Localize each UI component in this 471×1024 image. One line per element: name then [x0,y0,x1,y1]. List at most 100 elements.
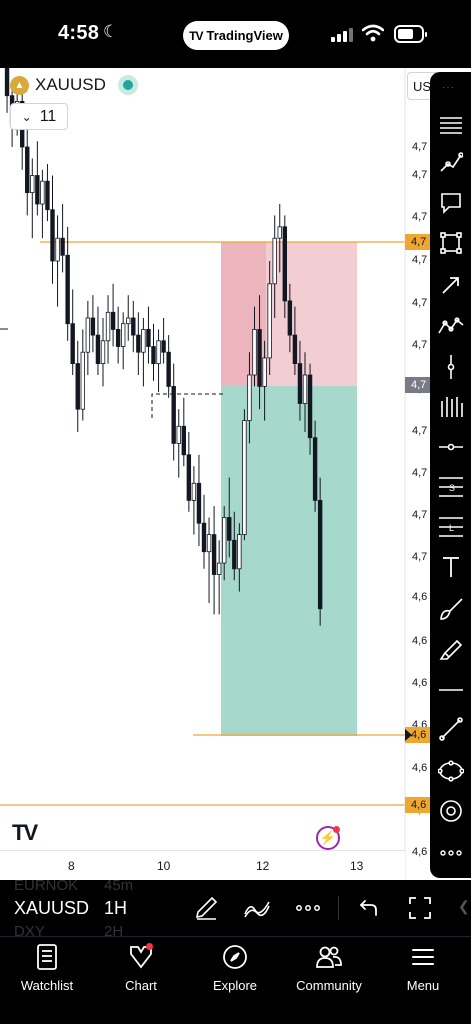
candle-body [151,346,156,365]
interval-selector[interactable]: 1H [104,898,127,919]
price-label: 4,6 [412,677,427,689]
candle-body [181,425,186,456]
candle-body [191,482,197,501]
nav-explore[interactable]: Explore [188,943,282,993]
indicators-toggle[interactable]: ⌄ 11 [10,103,68,130]
candle-body [121,323,126,347]
symbol-header[interactable]: ▲ XAUUSD [10,74,138,96]
vertical-line-icon[interactable] [438,354,464,380]
callout-icon[interactable] [438,190,464,216]
candle-body [146,328,151,347]
grip-icon[interactable]: ··· [442,82,455,93]
peek-interval: 45m [104,877,134,894]
price-label: 4,7 [412,551,427,563]
candle-body [131,317,136,336]
nav-menu[interactable]: Menu [376,943,470,993]
price-label: 4,7 [412,425,427,437]
app-pill[interactable]: TV TradingView [183,21,289,50]
horizontal-lines-icon[interactable] [438,112,464,138]
candle-body [25,146,30,193]
price-label: 4,6 [412,591,427,603]
ellipse-icon[interactable] [438,758,464,784]
price-label: 4,7 [412,254,427,266]
svg-text:L: L [449,523,454,533]
price-tag-level[interactable]: 4,6 [405,797,433,813]
time-label: 10 [157,859,171,873]
fullscreen-icon[interactable] [406,894,434,922]
polyline-icon[interactable] [438,312,464,338]
candle-body [247,374,252,421]
nav-watchlist[interactable]: Watchlist [0,943,94,993]
short-position-icon[interactable]: S [438,474,464,500]
nav-chart[interactable]: Chart [94,943,188,993]
nav-label: Chart [125,978,157,993]
long-position-icon[interactable]: L [438,514,464,540]
candle-body [312,437,318,501]
candle-body [272,237,277,285]
text-tool-icon[interactable] [438,554,464,580]
price-chart[interactable]: 4,7 4,7 4,7 4,7 4,7 4,7 4,7 4,7 4,7 4,7 4,7 4,6 4,6 4… [0,68,471,880]
price-tag-stop[interactable]: 4,7 [405,234,433,250]
more-tools-icon[interactable] [438,840,464,866]
candle-body [186,454,192,501]
watchlist-icon [33,943,61,971]
candle-body [297,363,303,404]
wifi-icon [362,24,384,42]
chart-area[interactable]: 4,7 4,7 4,7 4,7 4,7 4,7 4,7 4,7 4,7 4,7 4,7 4,6 4,6 4… [0,68,471,880]
price-tag-current[interactable]: 4,7 [405,377,433,393]
candle-body [100,340,106,364]
undo-icon[interactable] [354,894,382,922]
candle-body [317,499,323,610]
minus-icon[interactable] [438,677,464,703]
candle-body [90,317,96,336]
candle-body [227,517,232,541]
fib-fan-icon[interactable] [438,394,464,420]
candle-body [161,340,166,353]
indicators-icon[interactable] [243,894,271,922]
target-icon[interactable] [438,798,464,824]
status-time: 4:58 [58,22,100,44]
line-tool-icon[interactable] [438,716,464,742]
highlighter-icon[interactable] [438,638,464,664]
brush-icon[interactable] [438,596,464,622]
symbol-name[interactable]: XAUUSD [35,75,106,95]
candle-body [211,534,217,575]
nav-community[interactable]: Community [282,943,376,993]
time-label: 8 [68,859,75,873]
horizontal-ray-icon[interactable] [438,434,464,460]
moon-icon: ☾ [103,22,119,41]
time-label: 13 [350,859,364,873]
trend-line-icon[interactable] [438,150,464,176]
status-bar: 4:58 ☾ TV TradingView [0,0,471,68]
flash-icon[interactable]: ⚡ [316,826,340,850]
price-label: 4,7 [412,211,427,223]
candle-body [110,311,116,330]
price-label: 4,7 [412,339,427,351]
market-status-icon[interactable] [117,75,138,95]
candle-body [277,226,282,239]
rectangle-icon[interactable] [438,230,464,256]
nav-label: Community [296,978,362,993]
candle-body [287,300,293,336]
time-label: 12 [256,859,270,873]
svg-text:S: S [449,483,455,493]
candle-body [35,175,40,205]
candle-body [136,334,141,353]
tradingview-watermark-icon[interactable]: TV [12,820,38,846]
candle-body [171,385,176,444]
peek-symbol: EURNOK [14,877,79,894]
time-axis[interactable]: 8 10 12 13 [0,850,405,880]
indicator-count: 11 [39,107,57,125]
candle-body [60,237,65,256]
chevron-left-icon[interactable]: ❮ [458,898,470,920]
community-icon [315,943,343,971]
symbol-bar: EURNOK DXY 45m 2H XAUUSD 1H ❮ [0,877,471,940]
price-label: 4,7 [412,169,427,181]
more-icon[interactable] [294,894,322,922]
candle-body [206,534,212,553]
arrow-icon[interactable] [438,272,464,298]
symbol-selector[interactable]: XAUUSD [14,898,89,919]
price-label: 4,6 [412,635,427,647]
drawing-pen-icon[interactable] [192,894,220,922]
candle-body [4,68,10,97]
